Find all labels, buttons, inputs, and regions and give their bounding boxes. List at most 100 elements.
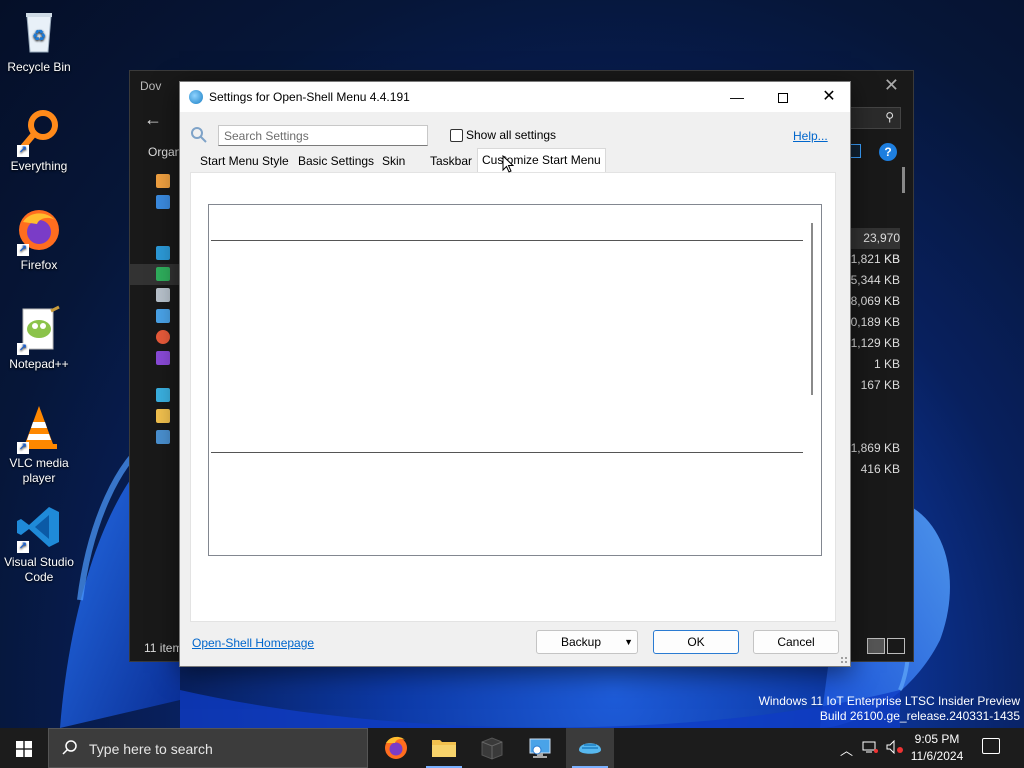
taskbar-app-file-explorer[interactable]: [420, 728, 468, 768]
nav-item-videos[interactable]: [130, 348, 180, 369]
desktop-icon-vlc[interactable]: ↗ VLC media player: [0, 404, 78, 486]
desktop-icon-firefox[interactable]: ↗ Firefox: [0, 206, 78, 273]
search-icon: [62, 740, 77, 755]
desktop-icon-everything[interactable]: ↗ Everything: [0, 107, 78, 174]
tab-customize-start-menu[interactable]: Customize Start Menu: [477, 148, 606, 172]
nav-item-this-pc[interactable]: [130, 385, 180, 406]
tab-basic-settings[interactable]: Basic Settings: [294, 150, 378, 172]
ok-button[interactable]: OK: [653, 630, 739, 654]
search-settings-input[interactable]: [218, 125, 428, 146]
file-size-cell: 1,869 KB: [850, 441, 900, 455]
minimize-button[interactable]: —: [714, 82, 760, 112]
customize-start-menu-panel: [190, 172, 836, 622]
explorer-scrollbar[interactable]: [902, 167, 905, 193]
vscode-icon: ↗: [15, 503, 63, 553]
tab-skin[interactable]: Skin: [378, 150, 409, 172]
close-button[interactable]: ✕: [806, 82, 852, 112]
watermark-edition: Windows 11 IoT Enterprise LTSC Insider P…: [758, 694, 1020, 708]
firefox-icon: ↗: [15, 206, 63, 256]
everything-icon: ↗: [15, 107, 63, 157]
file-size-cell: [850, 417, 900, 438]
taskbar-app-remote-desktop[interactable]: [516, 728, 564, 768]
open-shell-homepage-link[interactable]: Open-Shell Homepage: [192, 636, 314, 650]
tree-separator: [211, 452, 803, 453]
nav-item-gallery[interactable]: [130, 192, 180, 213]
desktop-icon-label: Firefox: [20, 258, 58, 272]
dialog-titlebar[interactable]: Settings for Open-Shell Menu 4.4.191 — ✕: [180, 82, 850, 112]
taskbar-app-open-shell[interactable]: [566, 728, 614, 768]
nav-item-music[interactable]: [130, 327, 180, 348]
desktop-icon-label: VLC media player: [9, 456, 69, 485]
backup-button[interactable]: Backup ▼: [536, 630, 638, 654]
taskbar-search-placeholder: Type here to search: [89, 741, 213, 757]
taskbar-search-box[interactable]: Type here to search: [48, 728, 368, 768]
explorer-status-text: 11 item: [144, 641, 183, 655]
start-menu-items-tree[interactable]: [208, 204, 822, 556]
watermark-build: Build 26100.ge_release.240331-1435: [819, 709, 1020, 723]
folder-icon: [432, 740, 456, 757]
recycle-bin-icon: ♻: [15, 8, 63, 56]
tree-scrollbar[interactable]: [811, 223, 813, 395]
file-size-cell: 1,821 KB: [850, 252, 900, 266]
back-arrow-icon[interactable]: ←: [144, 109, 162, 130]
explorer-title: Dov: [140, 79, 162, 93]
organize-button[interactable]: Organ: [148, 145, 181, 159]
tree-separator: [211, 240, 803, 241]
file-size-cell: 5,344 KB: [850, 273, 900, 287]
nav-item-home[interactable]: [130, 171, 180, 192]
show-all-settings-checkbox[interactable]: Show all settings: [450, 128, 556, 142]
vlc-icon: ↗: [15, 404, 63, 454]
search-icon: [190, 126, 208, 144]
open-shell-icon: [189, 90, 203, 104]
details-view-button[interactable]: [867, 638, 885, 654]
taskbar-app-firefox[interactable]: [372, 728, 420, 768]
desktop-icon-notepadpp[interactable]: ↗ Notepad++: [0, 305, 78, 372]
start-button[interactable]: [0, 728, 48, 768]
help-icon[interactable]: ?: [879, 143, 897, 161]
open-shell-settings-dialog[interactable]: Settings for Open-Shell Menu 4.4.191 — ✕…: [179, 81, 851, 667]
explorer-navigation-pane: [130, 171, 180, 448]
file-size-cell: 23,970 KB: [850, 228, 900, 266]
file-size-cell: 1,129 KB: [850, 336, 900, 350]
windows-watermark: Windows 11 IoT Enterprise LTSC Insider P…: [759, 694, 1020, 724]
nav-item-folder[interactable]: [130, 406, 180, 427]
explorer-close-button[interactable]: ✕: [884, 75, 899, 96]
desktop-icon-label: Notepad++: [9, 357, 69, 371]
notification-center-icon[interactable]: [982, 738, 1000, 754]
resize-grip[interactable]: [840, 656, 848, 664]
monitor-icon: [529, 738, 551, 758]
desktop-icon-vscode[interactable]: ↗ Visual Studio Code: [0, 503, 78, 585]
shell-icon: [579, 743, 601, 754]
nav-item-documents[interactable]: [130, 285, 180, 306]
explorer-view-buttons: [865, 638, 905, 657]
maximize-button[interactable]: [760, 82, 806, 112]
cancel-button[interactable]: Cancel: [753, 630, 839, 654]
file-size-cell: 8,069 KB: [850, 294, 900, 308]
file-size-column: 23,970 KB 1,821 KB 5,344 KB 8,069 KB 0,1…: [850, 228, 900, 480]
file-size-cell: [850, 396, 900, 417]
taskbar-app-box[interactable]: [468, 728, 516, 768]
svg-text:♻: ♻: [32, 26, 46, 45]
desktop-icon-recycle-bin[interactable]: ♻ Recycle Bin: [0, 8, 78, 75]
nav-item-desktop[interactable]: [130, 243, 180, 264]
maximize-icon: [778, 93, 788, 104]
clock-date: 11/6/2024: [910, 749, 964, 763]
nav-item-pictures[interactable]: [130, 306, 180, 327]
help-link[interactable]: Help...: [793, 129, 828, 143]
show-hidden-icons-chevron-icon[interactable]: ︿: [840, 740, 853, 759]
file-size-cell: 416 KB: [860, 462, 900, 476]
tiles-view-button[interactable]: [887, 638, 905, 654]
file-size-cell: 1 KB: [873, 357, 900, 371]
nav-item-network[interactable]: [130, 427, 180, 448]
checkbox-box[interactable]: [450, 128, 463, 142]
tab-start-menu-style[interactable]: Start Menu Style: [196, 150, 293, 172]
taskbar-clock[interactable]: 9:05 PM 11/6/2024: [902, 731, 972, 765]
tab-taskbar[interactable]: Taskbar: [426, 150, 476, 172]
network-icon[interactable]: [862, 740, 878, 757]
box-icon: [481, 737, 503, 760]
windows-logo-icon: [16, 741, 32, 757]
nav-item-downloads[interactable]: [130, 264, 180, 285]
settings-tabs: Start Menu Style Basic Settings Skin Tas…: [190, 148, 840, 172]
